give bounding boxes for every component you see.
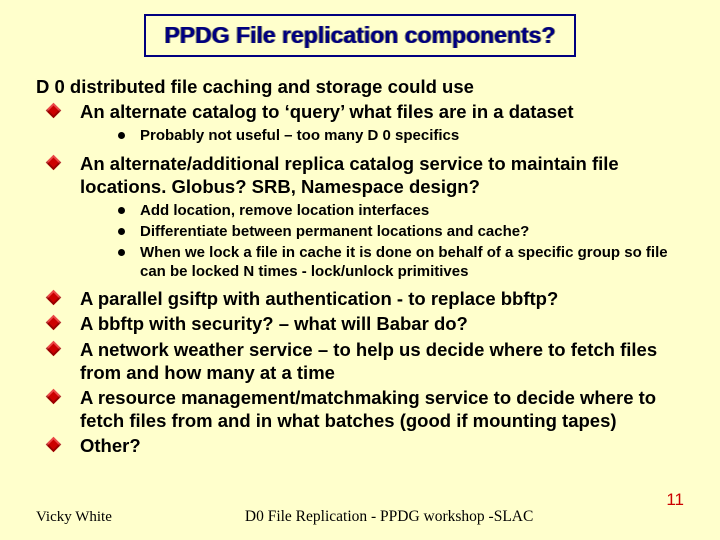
diamond-icon: [36, 287, 80, 303]
list-item: Add location, remove location interfaces: [114, 202, 684, 221]
list-item: An alternate catalog to ‘query’ what fil…: [36, 100, 684, 123]
footer-author: Vicky White: [36, 509, 112, 526]
bullet-text: An alternate catalog to ‘query’ what fil…: [80, 100, 684, 123]
bullet-text: A network weather service – to help us d…: [80, 338, 684, 384]
bullet-list: An alternate catalog to ‘query’ what fil…: [36, 100, 684, 457]
dot-icon: [114, 244, 140, 256]
sub-list: Add location, remove location interfaces…: [114, 202, 684, 281]
bullet-text: Other?: [80, 434, 684, 457]
list-item: Other?: [36, 434, 684, 457]
bullet-text: A resource management/matchmaking servic…: [80, 386, 684, 432]
bullet-text: An alternate/additional replica catalog …: [80, 152, 684, 198]
slide: PPDG File replication components? D 0 di…: [0, 0, 720, 540]
footer: Vicky White D0 File Replication - PPDG w…: [36, 506, 684, 526]
dot-icon: [114, 202, 140, 214]
intro-text: D 0 distributed file caching and storage…: [36, 75, 684, 98]
list-item: Probably not useful – too many D 0 speci…: [114, 127, 684, 146]
dot-icon: [114, 127, 140, 139]
list-item: A resource management/matchmaking servic…: [36, 386, 684, 432]
bullet-text: A parallel gsiftp with authentication - …: [80, 287, 684, 310]
list-item: An alternate/additional replica catalog …: [36, 152, 684, 198]
diamond-icon: [36, 152, 80, 168]
title-box: PPDG File replication components?: [144, 14, 575, 57]
list-item: When we lock a file in cache it is done …: [114, 244, 684, 282]
list-item: A parallel gsiftp with authentication - …: [36, 287, 684, 310]
diamond-icon: [36, 338, 80, 354]
sub-bullet-text: Probably not useful – too many D 0 speci…: [140, 127, 684, 146]
sub-list: Probably not useful – too many D 0 speci…: [114, 127, 684, 146]
sub-bullet-text: When we lock a file in cache it is done …: [140, 244, 684, 282]
list-item: A network weather service – to help us d…: [36, 338, 684, 384]
diamond-icon: [36, 100, 80, 116]
diamond-icon: [36, 386, 80, 402]
bullet-text: A bbftp with security? – what will Babar…: [80, 312, 684, 335]
diamond-icon: [36, 312, 80, 328]
footer-center: D0 File Replication - PPDG workshop -SLA…: [112, 508, 666, 526]
page-number: 11: [666, 490, 684, 510]
sub-bullet-text: Add location, remove location interfaces: [140, 202, 684, 221]
diamond-icon: [36, 434, 80, 450]
dot-icon: [114, 223, 140, 235]
sub-bullet-text: Differentiate between permanent location…: [140, 223, 684, 242]
list-item: A bbftp with security? – what will Babar…: [36, 312, 684, 335]
slide-title: PPDG File replication components?: [164, 22, 555, 49]
list-item: Differentiate between permanent location…: [114, 223, 684, 242]
